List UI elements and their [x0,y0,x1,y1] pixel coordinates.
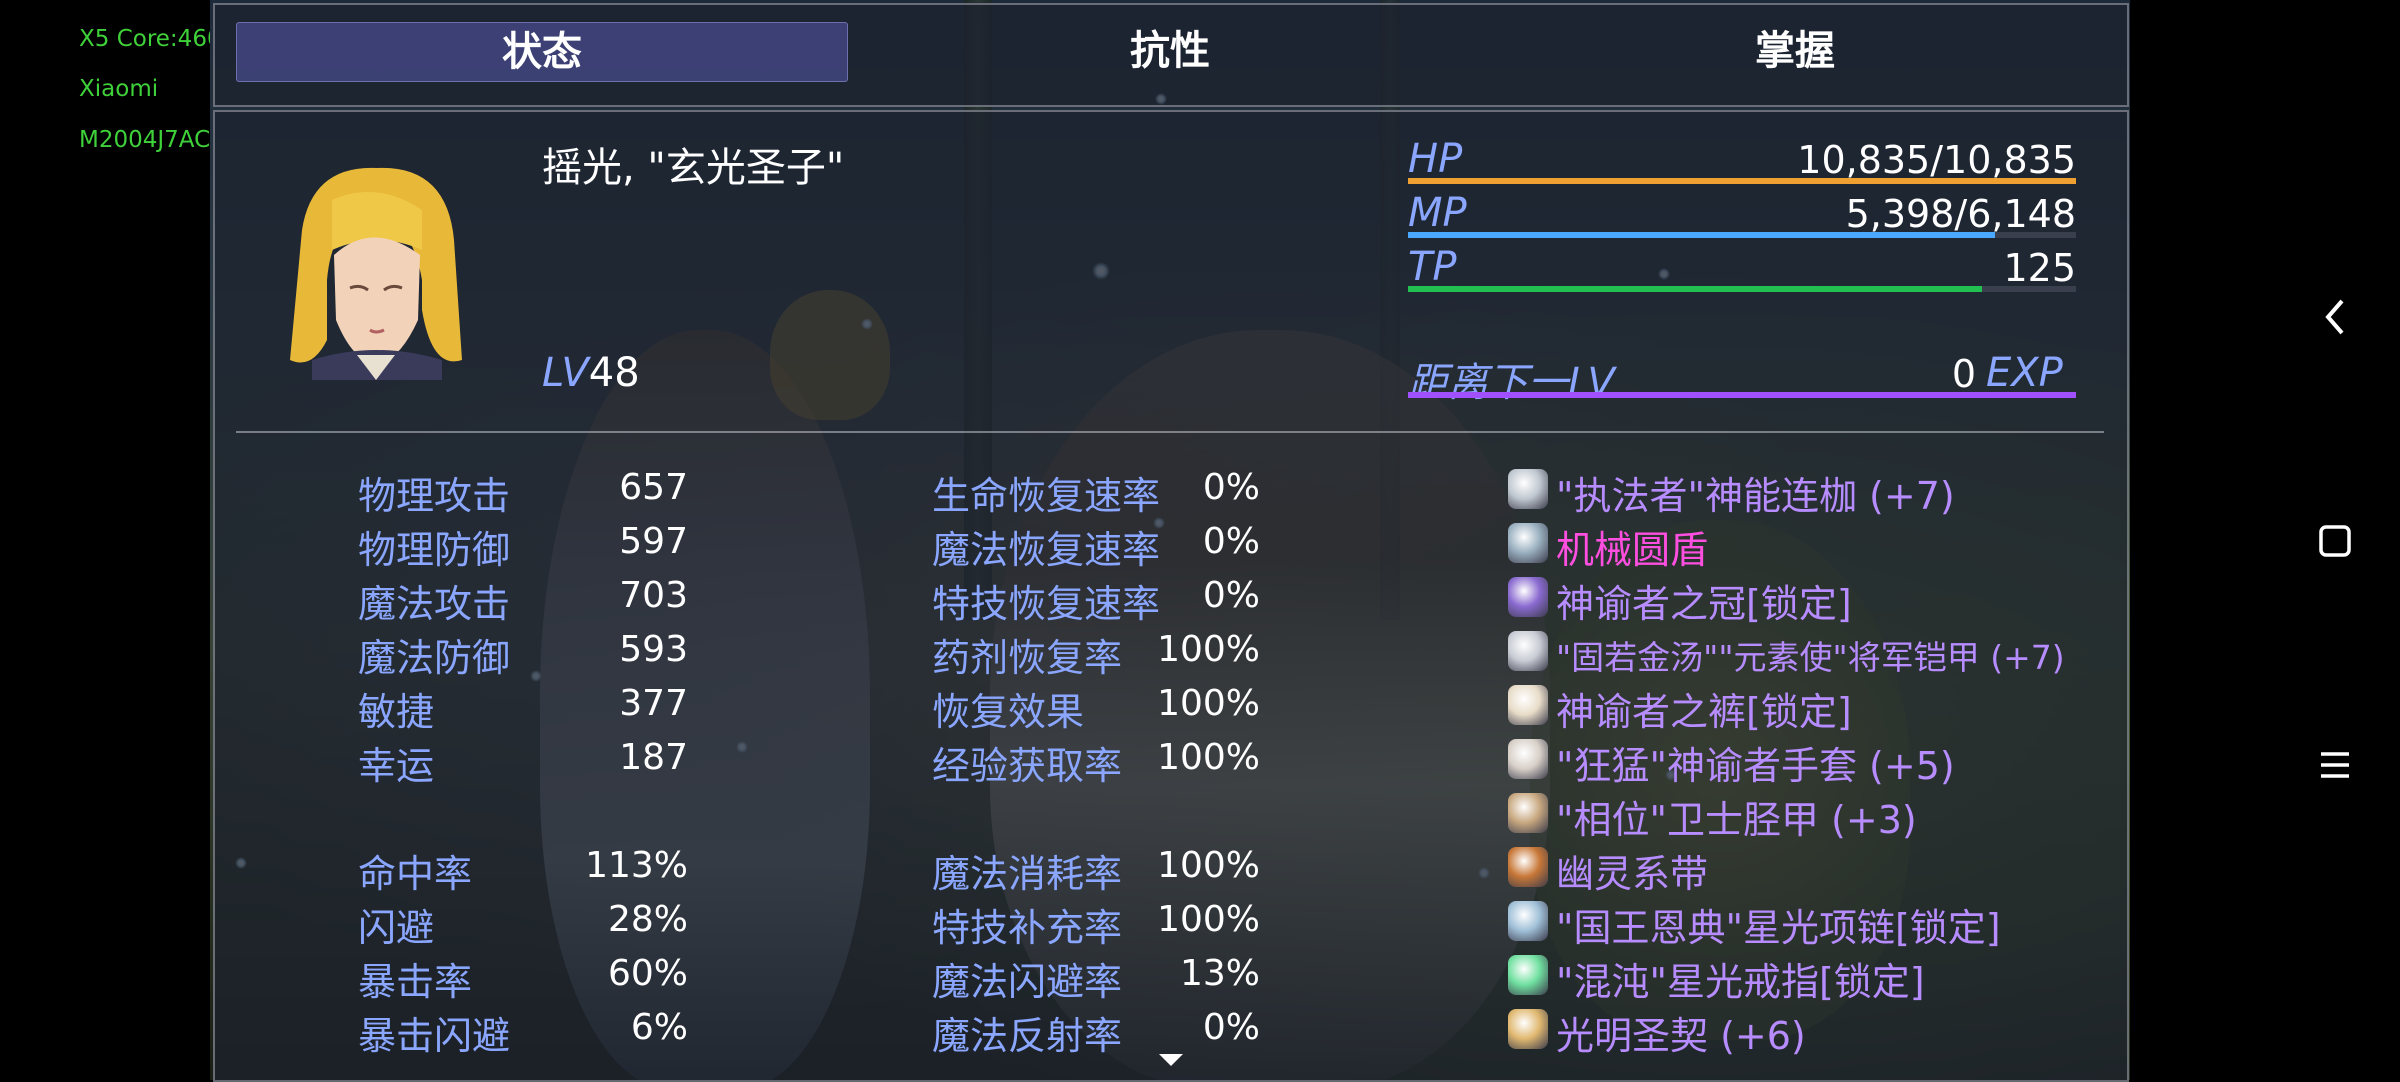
stat-value: 703 [619,575,688,616]
level-tag: LV [542,350,589,396]
stat-value: 0% [1202,521,1260,562]
hp-gauge [1408,178,2076,184]
armor-icon[interactable] [1508,631,1548,671]
greaves-icon[interactable] [1508,793,1548,833]
equipment-slot[interactable]: 神谕者之裤[锁定] [1556,681,1852,736]
stat-label: 物理防御 [358,528,511,572]
belt-icon[interactable] [1508,847,1548,887]
hp-value: 10,835/10,835 [1797,138,2076,182]
gloves-icon[interactable] [1508,739,1548,779]
mp-label: MP [1408,190,1467,236]
stat-label: 魔法攻击 [358,582,511,626]
tab-mastery[interactable]: 掌握 [1645,22,1945,80]
debug-model: M2004J7AC [79,127,211,153]
equipment-slot[interactable]: "国王恩典"星光项链[锁定] [1556,897,2001,952]
exp-gauge [1408,392,2076,398]
equipment-slot[interactable]: "固若金汤""元素使"将军铠甲 (+7) [1556,631,2065,679]
stat-label: 魔法闪避率 [932,960,1123,1004]
stat-value: 100% [1157,899,1260,940]
stat-label: 特技恢复速率 [932,582,1161,626]
stat-value: 13% [1179,953,1260,994]
tp-value: 125 [2003,246,2076,290]
mp-value: 5,398/6,148 [1845,192,2076,236]
stat-value: 6% [630,1007,688,1048]
stat-value: 100% [1157,629,1260,670]
stat-label: 恢复效果 [932,690,1085,734]
stat-label: 魔法防御 [358,636,511,680]
stat-label: 物理攻击 [358,474,511,518]
stat-label: 幸运 [358,744,435,788]
stat-value: 597 [619,521,688,562]
stat-label: 药剂恢复率 [932,636,1123,680]
stat-value: 377 [619,683,688,724]
stat-value: 100% [1157,683,1260,724]
equipment-slot[interactable]: 幽灵系带 [1556,843,1708,898]
stat-value: 60% [607,953,688,994]
exp-value: 0 [1951,352,1976,396]
stat-value: 100% [1157,737,1260,778]
stat-value: 100% [1157,845,1260,886]
mp-gauge-fill [1408,232,1995,238]
tp-gauge-fill [1408,286,1983,292]
stat-label: 特技补充率 [932,906,1123,950]
equipment-slot[interactable]: 光明圣契 (+6) [1556,1005,1806,1060]
character-portrait [272,160,480,380]
scroll-down-icon[interactable] [1159,1054,1183,1066]
menu-icon[interactable] [2310,740,2360,790]
exp-unit: EXP [1986,350,2063,396]
stat-label: 经验获取率 [932,744,1123,788]
stat-value: 0% [1202,575,1260,616]
character-name: 摇光, "玄光圣子" [542,145,845,191]
stat-value: 187 [619,737,688,778]
level-value: 48 [588,350,640,396]
stat-label: 生命恢复速率 [932,474,1161,518]
stat-label: 魔法反射率 [932,1014,1123,1058]
flail-icon[interactable] [1508,469,1548,509]
stat-label: 闪避 [358,906,435,950]
equipment-slot[interactable]: 机械圆盾 [1556,519,1708,574]
crown-icon[interactable] [1508,577,1548,617]
necklace-icon[interactable] [1508,901,1548,941]
ring-icon[interactable] [1508,955,1548,995]
equipment-slot[interactable]: "狂猛"神谕者手套 (+5) [1556,735,1955,790]
equipment-slot[interactable]: "混沌"星光戒指[锁定] [1556,951,1925,1006]
stat-label: 敏捷 [358,690,435,734]
pants-icon[interactable] [1508,685,1548,725]
stat-label: 暴击率 [358,960,473,1004]
stat-value: 113% [585,845,688,886]
character-level: LV48 [542,350,640,396]
hp-gauge-fill [1408,178,2076,184]
scroll-icon[interactable] [1508,1009,1548,1049]
stat-label: 魔法恢复速率 [932,528,1161,572]
back-icon[interactable] [2310,292,2360,342]
stat-value: 0% [1202,1007,1260,1048]
mp-gauge [1408,232,2076,238]
stat-value: 657 [619,467,688,508]
stat-label: 命中率 [358,852,473,896]
equipment-slot[interactable]: "执法者"神能连枷 (+7) [1556,465,1955,520]
stat-value: 0% [1202,467,1260,508]
equipment-slot[interactable]: 神谕者之冠[锁定] [1556,573,1852,628]
tab-status[interactable]: 状态 [236,22,848,82]
tp-gauge [1408,286,2076,292]
stat-value: 593 [619,629,688,670]
section-divider [236,431,2104,433]
round-shield-icon[interactable] [1508,523,1548,563]
stat-label: 魔法消耗率 [932,852,1123,896]
stat-label: 暴击闪避 [358,1014,511,1058]
hp-label: HP [1408,136,1463,182]
tp-label: TP [1408,244,1457,290]
exp-gauge-fill [1408,392,2076,398]
stat-value: 28% [607,899,688,940]
home-icon[interactable] [2310,516,2360,566]
equipment-slot[interactable]: "相位"卫士胫甲 (+3) [1556,789,1917,844]
debug-brand: Xiaomi [79,76,159,102]
tab-resistance[interactable]: 抗性 [1020,22,1320,80]
